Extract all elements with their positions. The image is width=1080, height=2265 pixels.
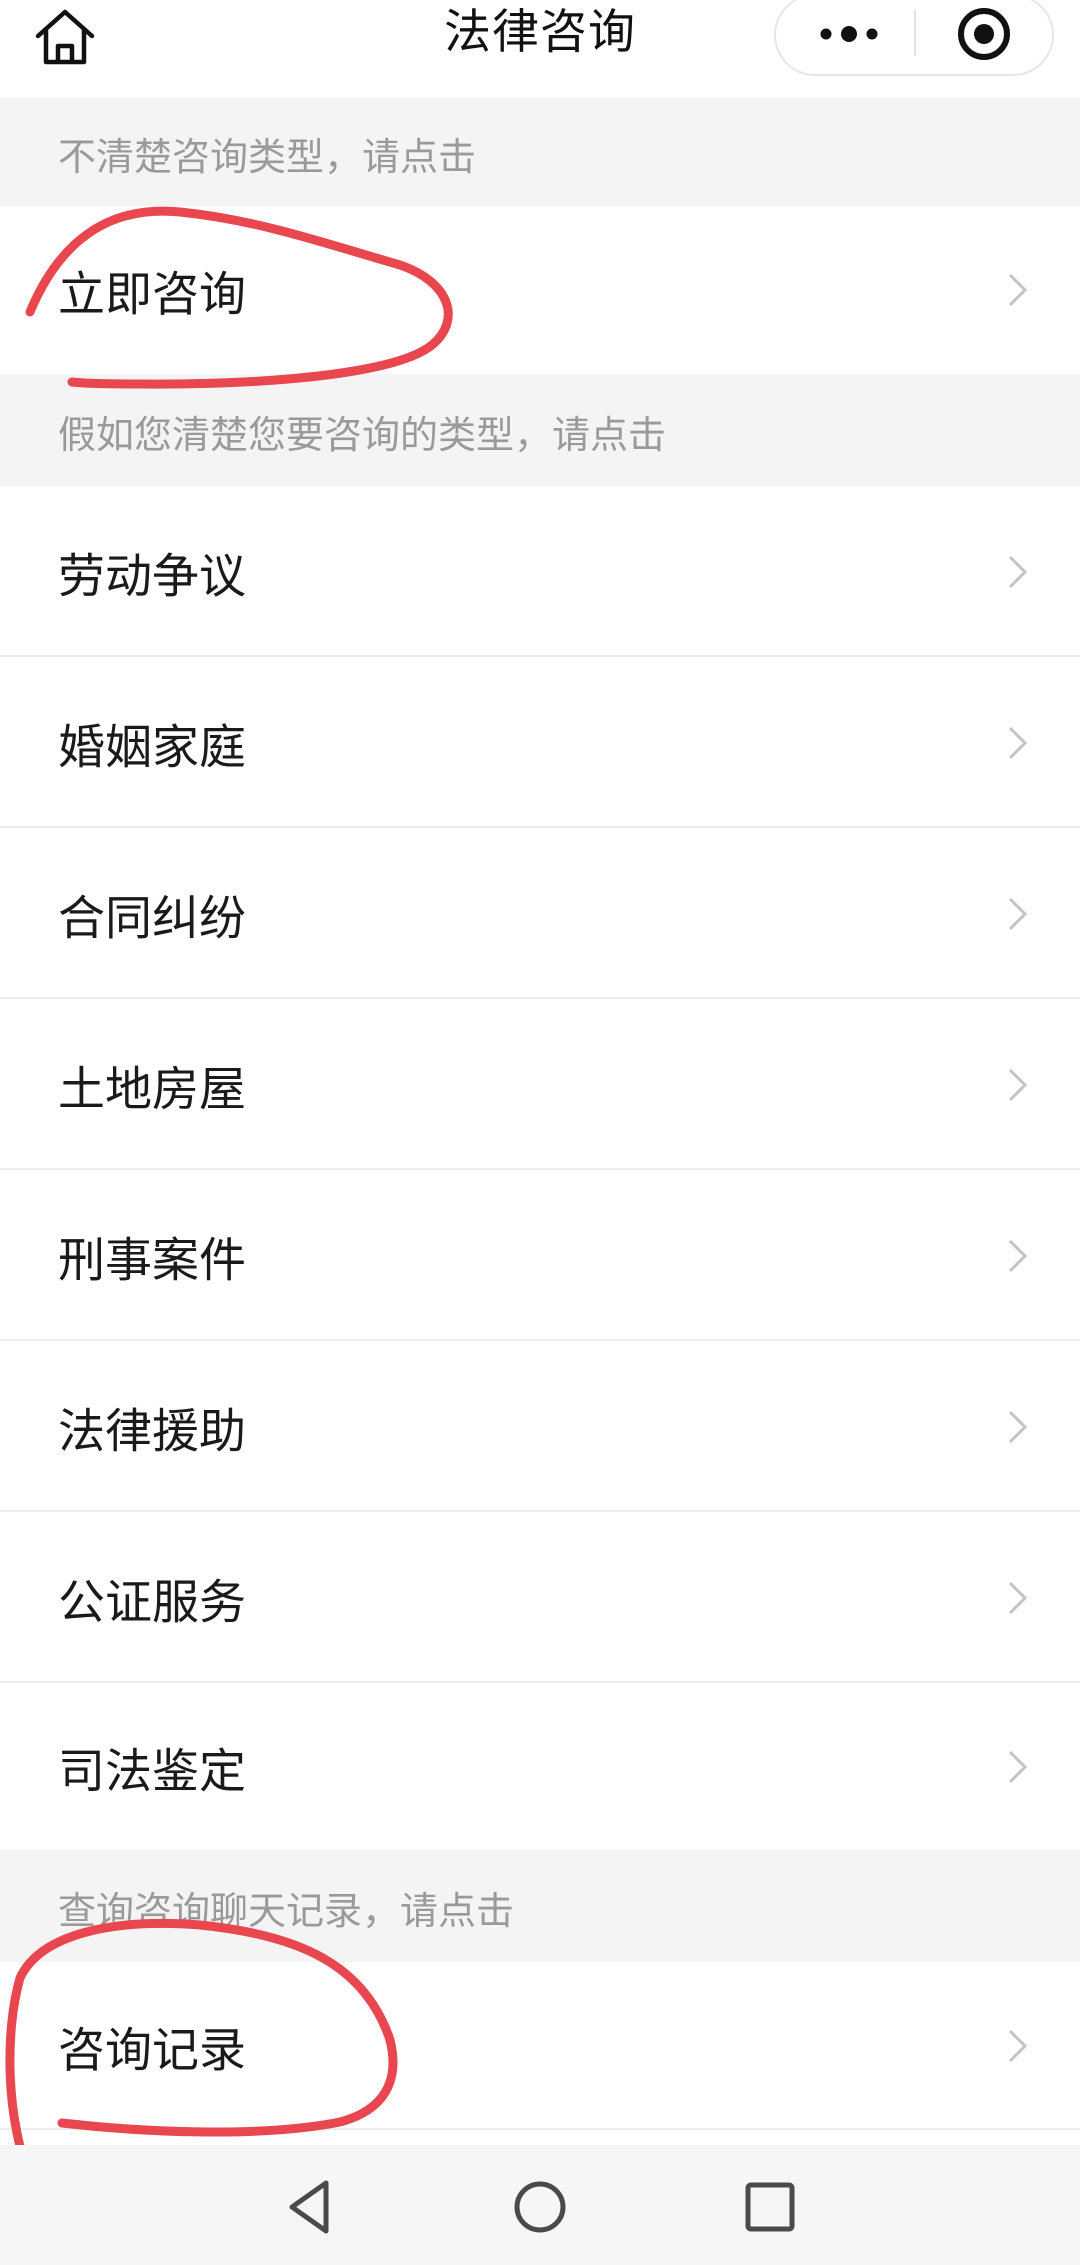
list-item-legal-aid[interactable]: 法律援助 xyxy=(0,1341,1080,1512)
list-item-labor-dispute[interactable]: 劳动争议 xyxy=(0,486,1080,657)
list-item-consult-records[interactable]: 咨询记录 xyxy=(0,1962,1080,2130)
chevron-right-icon xyxy=(1008,1750,1028,1783)
section-header-categories: 假如您清楚您要咨询的类型，请点击 xyxy=(0,374,1080,486)
more-button[interactable] xyxy=(814,6,884,62)
more-dots-icon xyxy=(820,26,878,42)
close-button[interactable] xyxy=(954,4,1014,64)
chevron-right-icon xyxy=(1008,897,1028,930)
section-hint: 假如您清楚您要咨询的类型，请点击 xyxy=(58,413,667,457)
item-label: 婚姻家庭 xyxy=(58,720,246,775)
chevron-right-icon xyxy=(1008,2029,1028,2063)
list-item-notary-service[interactable]: 公证服务 xyxy=(0,1512,1080,1683)
item-label: 土地房屋 xyxy=(58,1062,246,1117)
capsule-divider xyxy=(914,10,916,56)
list-item-marriage-family[interactable]: 婚姻家庭 xyxy=(0,657,1080,828)
section-hint: 查询咨询聊天记录，请点击 xyxy=(58,1889,515,1933)
target-circle-icon xyxy=(958,8,1010,60)
chevron-right-icon xyxy=(1008,555,1028,588)
list-item-consult-now[interactable]: 立即咨询 xyxy=(0,206,1080,374)
chevron-right-icon xyxy=(1008,1581,1028,1614)
title-bar: 法律咨询 xyxy=(0,0,1080,98)
chevron-right-icon xyxy=(1008,273,1028,307)
system-nav-bar xyxy=(0,2145,1080,2265)
chevron-right-icon xyxy=(1008,1410,1028,1443)
capsule-menu xyxy=(774,0,1054,76)
list-item-judicial-appraisal[interactable]: 司法鉴定 xyxy=(0,1683,1080,1850)
item-label: 法律援助 xyxy=(58,1404,246,1459)
item-label: 刑事案件 xyxy=(58,1233,246,1288)
home-circle-icon xyxy=(514,2181,566,2233)
nav-home-button[interactable] xyxy=(508,2175,572,2239)
section-header-unsure: 不清楚咨询类型，请点击 xyxy=(0,98,1080,206)
list-item-land-housing[interactable]: 土地房屋 xyxy=(0,999,1080,1170)
item-label: 咨询记录 xyxy=(58,2023,246,2079)
chevron-right-icon xyxy=(1008,1068,1028,1101)
item-label: 合同纠纷 xyxy=(58,891,246,946)
chevron-right-icon xyxy=(1008,726,1028,759)
list-item-contract-dispute[interactable]: 合同纠纷 xyxy=(0,828,1080,999)
nav-recents-button[interactable] xyxy=(738,2175,802,2239)
item-label: 立即咨询 xyxy=(58,267,246,323)
section-header-records: 查询咨询聊天记录，请点击 xyxy=(0,1850,1080,1962)
item-label: 公证服务 xyxy=(58,1575,246,1630)
section-hint: 不清楚咨询类型，请点击 xyxy=(58,135,477,179)
divider xyxy=(0,2128,1080,2130)
item-label: 司法鉴定 xyxy=(58,1744,246,1799)
nav-back-button[interactable] xyxy=(278,2175,342,2239)
item-label: 劳动争议 xyxy=(58,549,246,604)
chevron-right-icon xyxy=(1008,1239,1028,1272)
list-item-criminal-case[interactable]: 刑事案件 xyxy=(0,1170,1080,1341)
back-triangle-icon xyxy=(289,2180,329,2234)
recents-square-icon xyxy=(745,2182,795,2232)
